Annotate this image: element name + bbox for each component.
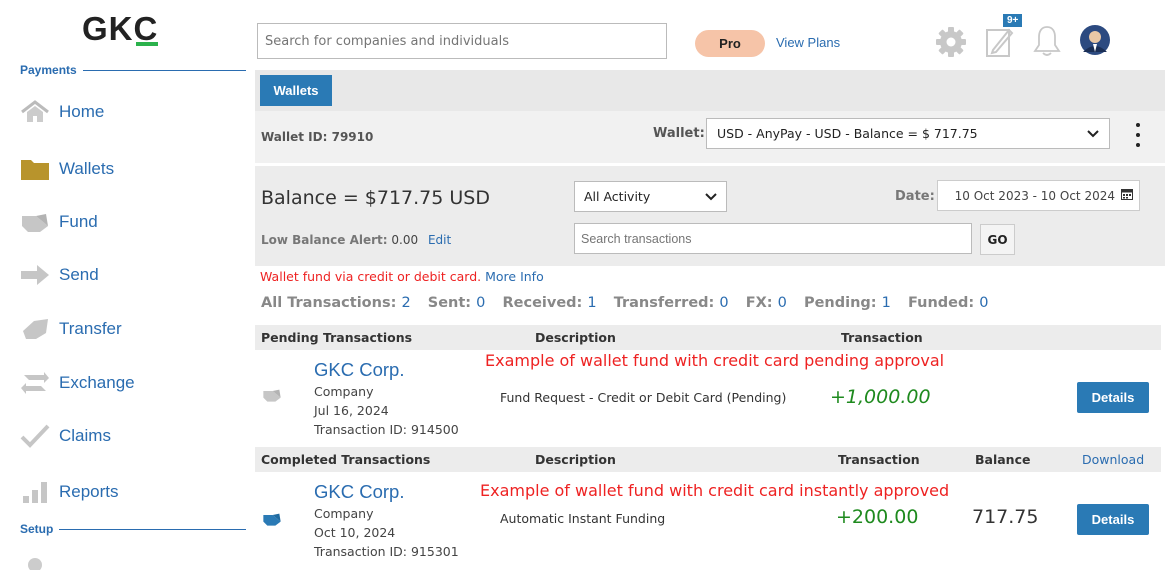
transaction-counts: All Transactions: 2 Sent: 0 Received: 1 …	[261, 295, 989, 311]
notification-count-badge: 9+	[1003, 14, 1023, 27]
sidebar-item-label: Fund	[59, 212, 98, 231]
sidebar-item-reports[interactable]: Reports	[20, 476, 240, 508]
wallets-tab-bar: Wallets	[255, 70, 1165, 111]
pending-annotation: Example of wallet fund with credit card …	[485, 351, 945, 370]
sidebar-item-label: Home	[59, 102, 105, 121]
count-fx[interactable]: 0	[778, 295, 787, 311]
transfer-icon	[20, 316, 50, 342]
download-link[interactable]: Download	[1082, 452, 1144, 467]
details-button[interactable]: Details	[1077, 382, 1149, 413]
avatar[interactable]	[1080, 25, 1110, 59]
sidebar-item-label: Wallets	[59, 159, 115, 178]
sidebar-item-wallets[interactable]: Wallets	[20, 153, 240, 185]
notes-icon[interactable]	[985, 24, 1015, 62]
bell-icon[interactable]	[1033, 25, 1061, 61]
wallet-select[interactable]: USD - AnyPay - USD - Balance = $ 717.75	[706, 118, 1110, 149]
count-sent[interactable]: 0	[476, 295, 485, 311]
sidebar-item-exchange[interactable]: Exchange	[20, 367, 240, 399]
sidebar-item-fund[interactable]: Fund	[20, 206, 240, 238]
view-plans-link[interactable]: View Plans	[776, 35, 840, 50]
counterparty-name-link[interactable]: GKC Corp.	[314, 359, 404, 381]
sidebar-item-label: Send	[59, 265, 99, 284]
completed-annotation: Example of wallet fund with credit card …	[480, 481, 950, 500]
count-transferred[interactable]: 0	[719, 295, 728, 311]
counterparty-type: Company	[314, 384, 374, 399]
pro-badge-button[interactable]: Pro	[695, 30, 765, 57]
transaction-description: Automatic Instant Funding	[500, 511, 666, 526]
date-label: Date:	[895, 189, 935, 204]
wallet-balance: Balance = $717.75 USD	[261, 187, 490, 209]
transaction-search-input[interactable]	[574, 223, 972, 254]
setup-section-label: Setup	[20, 522, 246, 536]
fund-icon	[261, 511, 283, 531]
transaction-balance: 717.75	[972, 506, 1039, 528]
date-range-input[interactable]: 10 Oct 2023 - 10 Oct 2024	[937, 180, 1140, 211]
sidebar-item-label: Reports	[59, 482, 119, 501]
more-info-link[interactable]: More Info	[485, 269, 544, 284]
main-content: Wallets Wallet ID: 79910 Wallet: USD - A…	[255, 70, 1165, 570]
transaction-amount: +200.00	[836, 506, 919, 528]
fund-icon	[20, 209, 50, 235]
pending-table-header: Pending Transactions Description Transac…	[255, 325, 1161, 350]
bar-chart-icon	[20, 479, 50, 505]
wallet-select-label: Wallet:	[653, 126, 705, 141]
more-options-icon[interactable]	[1131, 123, 1145, 147]
tab-wallets[interactable]: Wallets	[260, 75, 332, 106]
transaction-date: Jul 16, 2024	[314, 403, 389, 418]
user-icon[interactable]	[28, 558, 42, 570]
sidebar: GKC Payments Home Wallets Fund Send Tran…	[0, 0, 250, 570]
count-funded[interactable]: 0	[979, 295, 988, 311]
sidebar-item-label: Claims	[59, 426, 111, 445]
gear-icon[interactable]	[935, 26, 967, 62]
chevron-down-icon	[705, 189, 717, 204]
wallet-id: Wallet ID: 79910	[261, 130, 374, 144]
exchange-icon	[20, 370, 50, 396]
low-balance-alert: Low Balance Alert: 0.00 Edit	[261, 233, 452, 247]
check-icon	[20, 423, 50, 449]
transaction-id: Transaction ID: 915301	[314, 544, 459, 559]
edit-low-balance-link[interactable]: Edit	[428, 233, 451, 247]
sidebar-item-label: Transfer	[59, 319, 122, 338]
go-button[interactable]: GO	[980, 224, 1015, 255]
home-icon	[20, 99, 50, 125]
details-button[interactable]: Details	[1077, 504, 1149, 535]
count-pending[interactable]: 1	[882, 295, 891, 311]
counterparty-type: Company	[314, 506, 374, 521]
arrow-right-icon	[20, 262, 50, 288]
transaction-description: Fund Request - Credit or Debit Card (Pen…	[500, 390, 787, 405]
transaction-id: Transaction ID: 914500	[314, 422, 459, 437]
sidebar-item-home[interactable]: Home	[20, 96, 240, 128]
fund-note: Wallet fund via credit or debit card. Mo…	[260, 269, 544, 284]
count-all[interactable]: 2	[401, 295, 410, 311]
transaction-date: Oct 10, 2024	[314, 525, 396, 540]
chevron-down-icon	[1087, 126, 1099, 141]
sidebar-item-send[interactable]: Send	[20, 259, 240, 291]
calendar-icon	[1121, 188, 1133, 203]
gkc-logo[interactable]: GKC	[82, 10, 159, 48]
global-search-input[interactable]	[257, 23, 667, 59]
counterparty-name-link[interactable]: GKC Corp.	[314, 481, 404, 503]
sidebar-item-claims[interactable]: Claims	[20, 420, 240, 452]
payments-section-label: Payments	[20, 63, 246, 77]
sidebar-item-label: Exchange	[59, 373, 135, 392]
transaction-amount: +1,000.00	[830, 386, 931, 408]
completed-table-header: Completed Transactions Description Trans…	[255, 447, 1161, 472]
sidebar-item-transfer[interactable]: Transfer	[20, 313, 240, 345]
folder-icon	[20, 156, 50, 182]
fund-icon	[261, 387, 283, 407]
count-received[interactable]: 1	[587, 295, 596, 311]
activity-filter-select[interactable]: All Activity	[574, 181, 727, 212]
